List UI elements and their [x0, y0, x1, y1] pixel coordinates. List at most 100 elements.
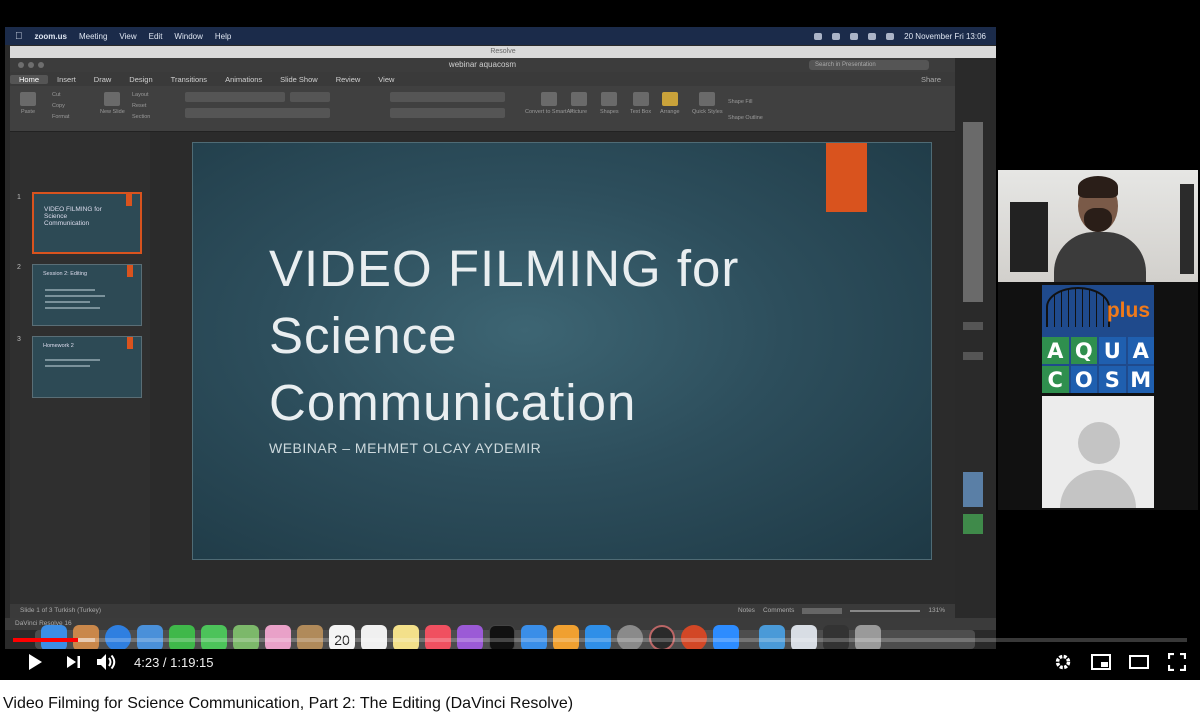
- tab-design: Design: [129, 74, 153, 84]
- paragraph-row-2: [390, 108, 505, 118]
- logo-letter: C: [1042, 366, 1069, 393]
- played-bar: [13, 638, 79, 642]
- ribbon-slides: Layout Reset Section: [132, 90, 150, 123]
- tab-transitions: Transitions: [170, 74, 208, 84]
- theater-icon: [1129, 655, 1149, 669]
- share-button: Share: [920, 74, 941, 84]
- ppt-doc-title: webinar aquacosm: [448, 60, 517, 69]
- thumb-accent: [126, 194, 132, 206]
- miniplayer-icon: [1091, 654, 1111, 670]
- thumb-number: 1: [17, 194, 21, 201]
- video-title: Video Filming for Science Communication,…: [3, 695, 574, 712]
- notes-toggle: Notes: [737, 607, 755, 614]
- theater-mode-button[interactable]: [1128, 644, 1150, 680]
- logo-letter: A: [1042, 337, 1069, 364]
- volume-icon: [97, 654, 116, 670]
- layout-label: Layout: [132, 92, 149, 98]
- ppt-ribbon: Paste Cut Copy Format New Slide Layout R…: [10, 86, 955, 132]
- mac-menubar:  zoom.us Meeting View Edit Window Help …: [5, 27, 996, 45]
- tab-view: View: [378, 74, 395, 84]
- tab-insert: Insert: [57, 74, 76, 84]
- slide-accent-bar: [826, 143, 867, 212]
- player-controls: 4:23 / 1:19:15: [0, 644, 1200, 680]
- slide-title-line-1: VIDEO FILMING for: [269, 240, 740, 297]
- ribbon-picture: Picture: [570, 92, 587, 115]
- current-slide: VIDEO FILMING for Science Communication …: [192, 142, 932, 560]
- fullscreen-button[interactable]: [1166, 644, 1188, 680]
- slide-subtitle: WEBINAR – MEHMET OLCAY AYDEMIR: [269, 440, 542, 456]
- time-display: 4:23 / 1:19:15: [134, 654, 214, 670]
- fullscreen-icon: [1168, 653, 1186, 671]
- zoom-participant-panel: plus A Q U A C O S M: [998, 170, 1198, 510]
- thumb-title: Homework 2: [43, 343, 74, 349]
- picture-icon: [570, 92, 587, 106]
- mute-button[interactable]: [88, 644, 126, 680]
- logo-letter: A: [1127, 337, 1154, 364]
- next-button[interactable]: [60, 644, 88, 680]
- quick-styles-icon: [699, 92, 716, 106]
- minimize-window-icon: [28, 62, 34, 68]
- paragraph-row-1: [390, 92, 505, 102]
- tab-home: Home: [10, 74, 49, 84]
- resolve-window-title: Resolve: [10, 46, 996, 58]
- tab-animations: Animations: [225, 74, 263, 84]
- menu-help: Help: [207, 31, 231, 41]
- status-right: Notes Comments 131%: [738, 604, 945, 618]
- new-slide-icon: [104, 92, 121, 106]
- thumb-title: Session 2: Editing: [43, 271, 88, 277]
- globe-icon: [1046, 287, 1110, 327]
- wifi-icon: [850, 32, 859, 40]
- thumb-accent: [127, 337, 133, 349]
- ribbon-paste: Paste: [20, 92, 36, 115]
- ribbon-text-box: Text Box: [630, 92, 651, 115]
- settings-button[interactable]: [1052, 644, 1074, 680]
- paste-icon: [20, 92, 36, 106]
- logo-letter: O: [1070, 366, 1097, 393]
- close-window-icon: [18, 62, 24, 68]
- view-buttons: [802, 608, 843, 614]
- tab-review: Review: [335, 74, 361, 84]
- logo-letters: A Q U A C O S M: [1042, 337, 1154, 393]
- font-size-box: [290, 92, 330, 102]
- menu-zoom: zoom.us: [27, 31, 67, 41]
- menubar-status: 20 November Fri 13:06: [814, 32, 986, 41]
- logo-letter: M: [1127, 366, 1154, 393]
- participant-avatar-tile: [1042, 396, 1154, 508]
- arrange-icon: [661, 92, 678, 106]
- avatar-head-icon: [1078, 422, 1120, 464]
- slide-title-line-2: Science: [269, 307, 458, 364]
- play-button[interactable]: [10, 644, 60, 680]
- copy-label: Copy: [52, 103, 65, 109]
- section-label: Section: [132, 114, 151, 120]
- progress-bar[interactable]: [13, 638, 1187, 642]
- miniplayer-button[interactable]: [1090, 644, 1112, 680]
- window-buttons: [18, 62, 44, 68]
- shapes-icon: [601, 92, 618, 106]
- ppt-search-box: Search in Presentation: [809, 60, 929, 70]
- logo-letter: Q: [1070, 337, 1097, 364]
- zoom-level: 131%: [928, 607, 945, 614]
- ribbon-new-slide: New Slide: [100, 92, 125, 115]
- menubar-clock: 20 November Fri 13:06: [904, 31, 986, 41]
- slide-thumbnail-2: Session 2: Editing: [32, 264, 142, 326]
- video-player[interactable]:  zoom.us Meeting View Edit Window Help …: [0, 0, 1200, 680]
- youtube-watch-page:  zoom.us Meeting View Edit Window Help …: [0, 0, 1200, 724]
- smartart-icon: [541, 92, 558, 106]
- logo-letter: S: [1099, 366, 1126, 393]
- powerpoint-window: webinar aquacosm Search in Presentation …: [10, 58, 955, 618]
- skip-next-icon: [67, 656, 80, 668]
- thumb-number: 3: [17, 336, 21, 343]
- logo-plus: plus: [1106, 299, 1150, 322]
- comments-toggle: Comments: [762, 607, 795, 614]
- ribbon-shape-format: Shape Fill Shape Outline: [728, 94, 763, 126]
- search-icon: [868, 32, 877, 40]
- resolve-background-panel: [960, 122, 985, 642]
- text-box-icon: [632, 92, 649, 106]
- background-frame: [1180, 184, 1194, 274]
- slide-canvas: VIDEO FILMING for Science Communication …: [150, 132, 955, 604]
- slide-title-line-3: Communication: [269, 374, 637, 431]
- slide-thumbnail-3: Homework 2: [32, 336, 142, 398]
- zoom-slider: [850, 610, 921, 612]
- shape-outline-label: Shape Outline: [728, 115, 763, 121]
- status-slide-info: Slide 1 of 3 Turkish (Turkey): [20, 607, 102, 614]
